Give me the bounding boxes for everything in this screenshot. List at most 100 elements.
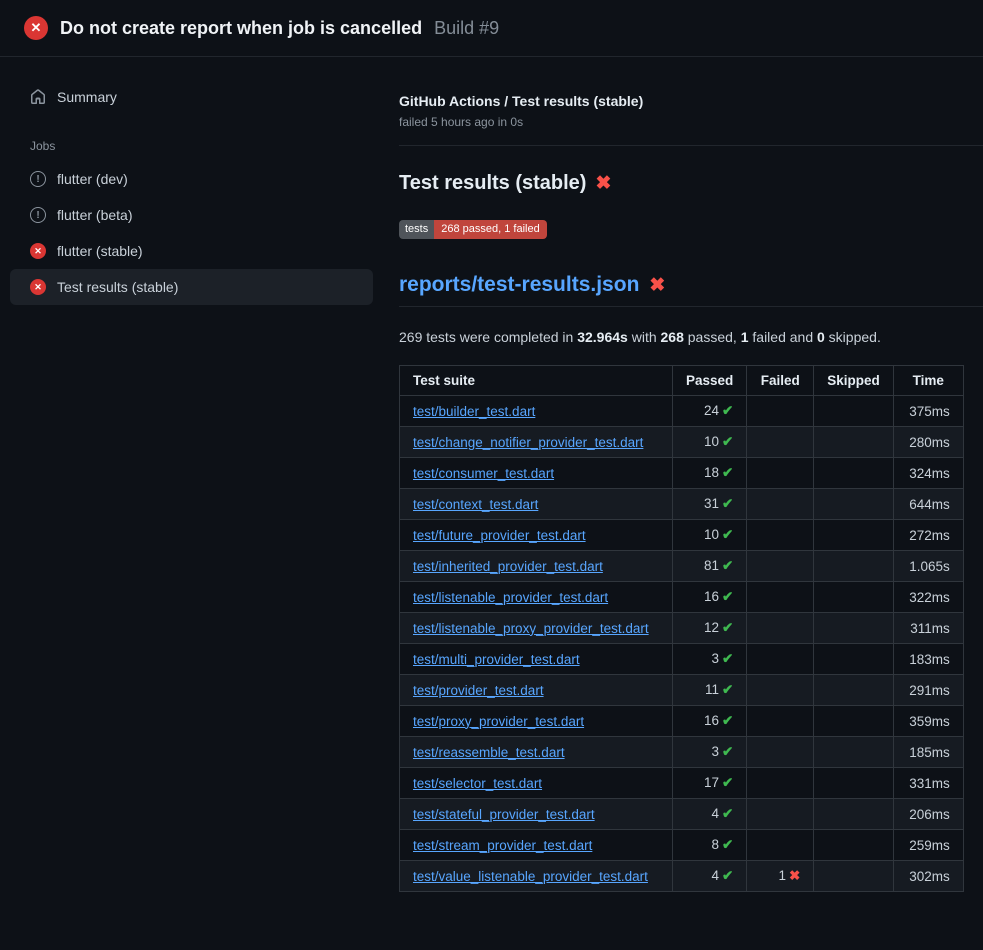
tests-summary-sentence: 269 tests were completed in 32.964s with…: [399, 329, 983, 345]
test-suite-link[interactable]: test/stream_provider_test.dart: [413, 838, 592, 853]
time-cell: 280ms: [893, 427, 963, 458]
check-icon: ✔: [722, 837, 733, 852]
time-cell: 311ms: [893, 613, 963, 644]
sidebar-summary-label: Summary: [57, 89, 117, 105]
sidebar-item-flutter-stable[interactable]: ✕ flutter (stable): [10, 233, 373, 269]
test-suite-link[interactable]: test/builder_test.dart: [413, 404, 535, 419]
home-icon: [30, 89, 46, 105]
check-icon: ✔: [722, 651, 733, 666]
test-suite-link[interactable]: test/multi_provider_test.dart: [413, 652, 580, 667]
check-icon: ✔: [722, 558, 733, 573]
sidebar-item-summary[interactable]: Summary: [10, 79, 373, 115]
badge-label: tests: [399, 220, 434, 239]
col-header-passed: Passed: [673, 366, 747, 396]
check-icon: ✔: [722, 620, 733, 635]
table-row: test/proxy_provider_test.dart 16✔ 359ms: [400, 706, 964, 737]
failed-status-icon: ✕: [30, 279, 46, 295]
failed-x-icon: ✖: [595, 172, 611, 195]
table-row: test/stateful_provider_test.dart 4✔ 206m…: [400, 799, 964, 830]
failed-status-icon: ✕: [30, 243, 46, 259]
time-cell: 324ms: [893, 458, 963, 489]
check-icon: ✔: [722, 527, 733, 542]
job-label: Test results (stable): [57, 279, 178, 295]
job-label: flutter (stable): [57, 243, 143, 259]
time-cell: 322ms: [893, 582, 963, 613]
job-label: flutter (beta): [57, 207, 132, 223]
test-suite-link[interactable]: test/context_test.dart: [413, 497, 538, 512]
failed-x-icon: ✖: [649, 274, 665, 297]
test-suite-link[interactable]: test/change_notifier_provider_test.dart: [413, 435, 643, 450]
test-suite-link[interactable]: test/consumer_test.dart: [413, 466, 554, 481]
time-cell: 1.065s: [893, 551, 963, 582]
build-number: Build #9: [434, 18, 499, 39]
sidebar-item-test-results-stable[interactable]: ✕ Test results (stable): [10, 269, 373, 305]
test-suite-link[interactable]: test/value_listenable_provider_test.dart: [413, 869, 648, 884]
table-row: test/listenable_provider_test.dart 16✔ 3…: [400, 582, 964, 613]
time-cell: 185ms: [893, 737, 963, 768]
neutral-status-icon: !: [30, 171, 46, 187]
table-row: test/context_test.dart 31✔ 644ms: [400, 489, 964, 520]
time-cell: 375ms: [893, 396, 963, 427]
check-run-content: GitHub Actions / Test results (stable) f…: [383, 57, 983, 892]
report-file-link[interactable]: reports/test-results.json: [399, 273, 639, 297]
check-section-title: Test results (stable) ✖: [399, 172, 983, 195]
table-row: test/reassemble_test.dart 3✔ 185ms: [400, 737, 964, 768]
table-row: test/value_listenable_provider_test.dart…: [400, 861, 964, 892]
test-suite-link[interactable]: test/stateful_provider_test.dart: [413, 807, 595, 822]
sidebar-item-flutter-beta[interactable]: ! flutter (beta): [10, 197, 373, 233]
tests-badge: tests 268 passed, 1 failed: [399, 220, 547, 239]
neutral-status-icon: !: [30, 207, 46, 223]
table-row: test/stream_provider_test.dart 8✔ 259ms: [400, 830, 964, 861]
test-suite-link[interactable]: test/listenable_provider_test.dart: [413, 590, 608, 605]
test-suite-link[interactable]: test/proxy_provider_test.dart: [413, 714, 584, 729]
check-section-title-text: Test results (stable): [399, 172, 586, 195]
test-suite-link[interactable]: test/reassemble_test.dart: [413, 745, 565, 760]
time-cell: 183ms: [893, 644, 963, 675]
test-suite-link[interactable]: test/selector_test.dart: [413, 776, 542, 791]
test-suite-link[interactable]: test/future_provider_test.dart: [413, 528, 586, 543]
col-header-failed: Failed: [747, 366, 814, 396]
time-cell: 331ms: [893, 768, 963, 799]
divider: [399, 145, 983, 146]
sidebar-item-flutter-dev[interactable]: ! flutter (dev): [10, 161, 373, 197]
check-icon: ✔: [722, 403, 733, 418]
time-cell: 206ms: [893, 799, 963, 830]
test-results-table: Test suite Passed Failed Skipped Time te…: [399, 365, 964, 892]
check-icon: ✔: [722, 496, 733, 511]
jobs-heading: Jobs: [0, 115, 383, 161]
time-cell: 644ms: [893, 489, 963, 520]
time-cell: 291ms: [893, 675, 963, 706]
jobs-sidebar: Summary Jobs ! flutter (dev) ! flutter (…: [0, 57, 383, 305]
x-icon: ✖: [789, 868, 800, 883]
table-row: test/inherited_provider_test.dart 81✔ 1.…: [400, 551, 964, 582]
failed-status-icon: ✕: [24, 16, 48, 40]
check-icon: ✔: [722, 713, 733, 728]
check-icon: ✔: [722, 682, 733, 697]
check-icon: ✔: [722, 434, 733, 449]
col-header-time: Time: [893, 366, 963, 396]
check-icon: ✔: [722, 465, 733, 480]
run-status-line: failed 5 hours ago in 0s: [399, 115, 983, 129]
time-cell: 259ms: [893, 830, 963, 861]
table-row: test/provider_test.dart 11✔ 291ms: [400, 675, 964, 706]
check-icon: ✔: [722, 806, 733, 821]
test-suite-link[interactable]: test/provider_test.dart: [413, 683, 544, 698]
badge-value: 268 passed, 1 failed: [434, 220, 546, 239]
table-row: test/listenable_proxy_provider_test.dart…: [400, 613, 964, 644]
check-icon: ✔: [722, 868, 733, 883]
test-suite-link[interactable]: test/inherited_provider_test.dart: [413, 559, 603, 574]
check-icon: ✔: [722, 589, 733, 604]
report-title: reports/test-results.json ✖: [399, 273, 983, 307]
col-header-skipped: Skipped: [814, 366, 894, 396]
check-icon: ✔: [722, 775, 733, 790]
test-suite-link[interactable]: test/listenable_proxy_provider_test.dart: [413, 621, 649, 636]
table-row: test/change_notifier_provider_test.dart …: [400, 427, 964, 458]
time-cell: 272ms: [893, 520, 963, 551]
breadcrumb: GitHub Actions / Test results (stable): [399, 93, 983, 109]
table-header-row: Test suite Passed Failed Skipped Time: [400, 366, 964, 396]
table-row: test/future_provider_test.dart 10✔ 272ms: [400, 520, 964, 551]
time-cell: 359ms: [893, 706, 963, 737]
check-run-header: ✕ Do not create report when job is cance…: [0, 0, 983, 57]
col-header-test-suite: Test suite: [400, 366, 673, 396]
table-row: test/consumer_test.dart 18✔ 324ms: [400, 458, 964, 489]
